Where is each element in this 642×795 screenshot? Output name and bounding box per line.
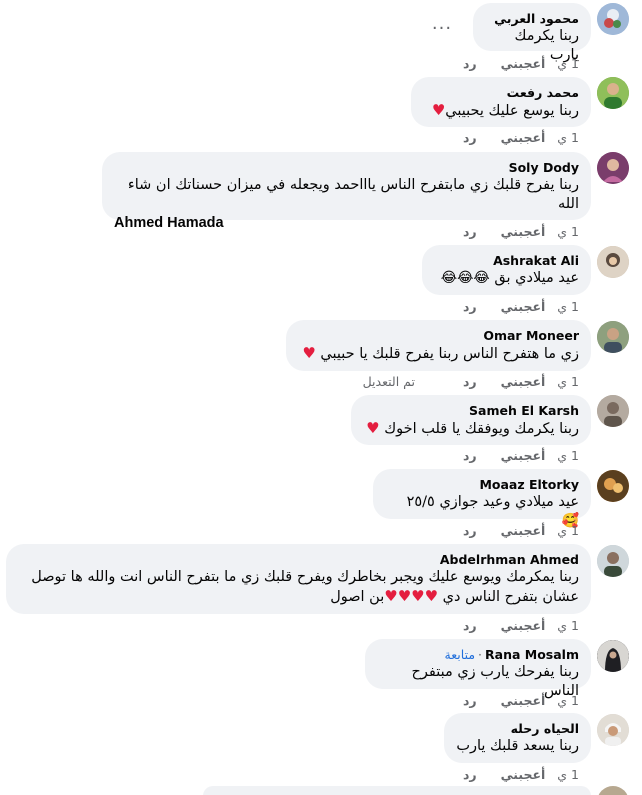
comment-author[interactable]: Ashrakat Ali: [434, 253, 579, 269]
red-heart-icon: ♥♥♥♥: [384, 587, 439, 605]
comment-author[interactable]: Soly Dody: [114, 160, 579, 176]
comment-author[interactable]: محمد رفعت: [423, 85, 579, 101]
comment-text-content: عشان بتفرح الناس دي: [442, 589, 579, 605]
comment-text-content: ربنا يكرمك ويوفقك يا قلب اخوك: [384, 421, 579, 437]
reply-button[interactable]: رد: [463, 448, 477, 464]
reply-button[interactable]: رد: [463, 618, 477, 634]
like-button[interactable]: أعجبني: [501, 693, 546, 709]
laughing-face-icon: 😂😂😂: [440, 270, 490, 286]
comment-bubble: Ashrakat Ali عيد ميلادي بق 😂😂😂: [422, 245, 591, 295]
like-button[interactable]: أعجبني: [501, 618, 546, 634]
comment-author[interactable]: Sameh El Karsh: [363, 403, 579, 419]
comment-bubble: محمد رفعت ربنا يوسع عليك يحبيبي♥: [411, 77, 591, 127]
comment-text-content-end: بن اصول: [330, 589, 385, 605]
comment-text: زي ما هتفرح الناس ربنا يفرح قلبك يا حبيب…: [298, 344, 579, 364]
comment-author[interactable]: Abdelrhman Ahmed: [18, 552, 579, 568]
avatar[interactable]: [597, 470, 629, 502]
avatar[interactable]: [597, 152, 629, 184]
comment-time[interactable]: 1 ي: [557, 523, 579, 539]
like-button[interactable]: أعجبني: [501, 299, 546, 315]
comment-author[interactable]: Omar Moneer: [298, 328, 579, 344]
comment-time[interactable]: 1 ي: [557, 618, 579, 634]
red-heart-icon: ♥: [302, 344, 316, 362]
comment-text: عيد ميلادي بق 😂😂😂: [434, 269, 579, 288]
edited-label: تم التعديل: [362, 374, 415, 389]
comment-bubble: Soly Dody ربنا يفرح قلبك زي مابتفرح النا…: [102, 152, 591, 231]
like-button[interactable]: أعجبني: [501, 374, 546, 390]
comment-time[interactable]: 1 ي: [557, 56, 579, 72]
follow-button[interactable]: متابعة: [445, 647, 476, 662]
comment-time[interactable]: 1 ي: [557, 767, 579, 783]
comment-author-line: Rana Mosalm·متابعة: [377, 647, 579, 663]
comment-actions: 1 ي أعجبني رد: [439, 299, 579, 315]
avatar[interactable]: [597, 3, 629, 35]
reply-button[interactable]: رد: [463, 767, 477, 783]
reply-button[interactable]: رد: [463, 693, 477, 709]
comment-bubble: Abdelrhman Ahmed ربنا يمكرمك ويوسع عليك …: [6, 544, 591, 614]
comment-author[interactable]: محمود العربي: [485, 11, 579, 27]
like-button[interactable]: أعجبني: [501, 523, 546, 539]
comment-actions: 1 ي أعجبني رد تم التعديل: [363, 374, 579, 390]
comment-text: ربنا يمكرمك ويوسع عليك ويجبر بخاطرك ويفر…: [31, 569, 579, 585]
comment-text: ربنا يوسع عليك يحبيبي♥: [423, 101, 579, 121]
separator-dot: ·: [478, 647, 483, 662]
comment-author[interactable]: Moaaz Eltorky: [385, 477, 579, 493]
comment-text: ربنا يكرمك ويوفقك يا قلب اخوك ♥: [363, 419, 579, 439]
comment-actions: 1 ي أعجبني رد: [439, 224, 579, 240]
like-button[interactable]: أعجبني: [501, 448, 546, 464]
comment-author[interactable]: الحياه رحله: [456, 721, 579, 737]
reply-button[interactable]: رد: [463, 130, 477, 146]
comment-time[interactable]: 1 ي: [557, 224, 579, 240]
comment-text-content: ربنا يوسع عليك يحبيبي: [445, 103, 579, 119]
reply-button[interactable]: رد: [463, 523, 477, 539]
mention-link[interactable]: Ahmed Hamada: [114, 215, 224, 231]
reply-button[interactable]: رد: [463, 224, 477, 240]
comment-time[interactable]: 1 ي: [557, 448, 579, 464]
comment-time[interactable]: 1 ي: [557, 693, 579, 709]
comment-bubble: Omar Moneer زي ما هتفرح الناس ربنا يفرح …: [286, 320, 591, 371]
comment-author[interactable]: Rana Mosalm: [485, 647, 579, 662]
comment-bubble: Rana Mosalm·متابعة ربنا يفرحك يارب زي مب…: [365, 639, 591, 699]
comment-time[interactable]: 1 ي: [557, 374, 579, 390]
comment-text: ربنا يسعد قلبك يارب: [456, 738, 579, 754]
comment-time[interactable]: 1 ي: [557, 130, 579, 146]
avatar[interactable]: [597, 714, 629, 746]
comment-time[interactable]: 1 ي: [557, 299, 579, 315]
more-options-icon[interactable]: ···: [430, 16, 454, 40]
red-heart-icon: ♥: [431, 101, 446, 119]
comment-actions: 1 ي أعجبني رد: [439, 767, 579, 783]
comment-actions: 1 ي أعجبني رد: [439, 448, 579, 464]
comment-text-content: عيد ميلادي بق: [494, 270, 579, 286]
comment-text-content: عيد ميلادي وعيد جوازي ٢٥/٥: [406, 494, 579, 510]
comment-bubble: محمود العربي ربنا يكرمك يارب: [473, 3, 591, 63]
comment-bubble: Moaaz Eltorky عيد ميلادي وعيد جوازي ٢٥/٥…: [373, 469, 591, 529]
avatar[interactable]: [597, 640, 629, 672]
comment-bubble: الحياه رحله ربنا يسعد قلبك يارب: [444, 713, 591, 763]
avatar[interactable]: [597, 246, 629, 278]
avatar[interactable]: [597, 77, 629, 109]
reply-button[interactable]: رد: [463, 374, 477, 390]
avatar[interactable]: [597, 395, 629, 427]
comment-actions: 1 ي أعجبني رد: [439, 523, 579, 539]
comment-text: ربنا يفرح قلبك زي مابتفرح الناس ياااحمد …: [127, 177, 579, 212]
comment-actions: 1 ي أعجبني رد: [439, 130, 579, 146]
like-button[interactable]: أعجبني: [501, 767, 546, 783]
comment-bubble: Sameh El Karsh ربنا يكرمك ويوفقك يا قلب …: [351, 395, 591, 445]
comment-text-content: زي ما هتفرح الناس ربنا يفرح قلبك يا حبيب…: [320, 346, 579, 362]
like-button[interactable]: أعجبني: [501, 224, 546, 240]
comment-actions: 1 ي أعجبني رد: [439, 56, 579, 72]
comment-actions: 1 ي أعجبني رد: [439, 693, 579, 709]
red-heart-icon: ♥: [366, 419, 380, 437]
avatar[interactable]: [597, 786, 629, 795]
like-button[interactable]: أعجبني: [501, 130, 546, 146]
reply-button[interactable]: رد: [463, 56, 477, 72]
like-button[interactable]: أعجبني: [501, 56, 546, 72]
comment-text-line2: عشان بتفرح الناس دي ♥♥♥♥بن اصول: [18, 587, 579, 607]
comment-bubble: [203, 786, 591, 795]
comment-actions: 1 ي أعجبني رد: [439, 618, 579, 634]
avatar[interactable]: [597, 545, 629, 577]
avatar[interactable]: [597, 321, 629, 353]
reply-button[interactable]: رد: [463, 299, 477, 315]
